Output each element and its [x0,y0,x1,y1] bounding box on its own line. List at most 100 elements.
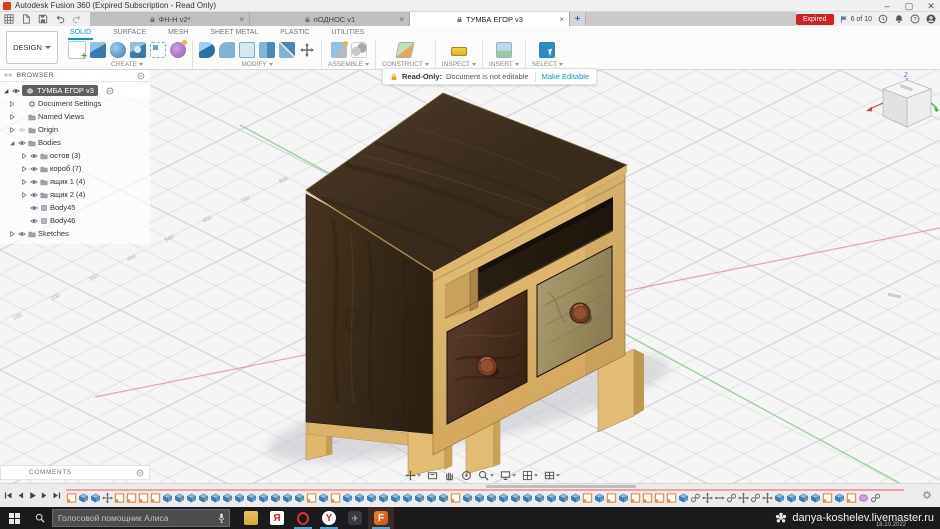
timeline-feature-sk[interactable] [654,492,665,504]
timeline-feature-ex[interactable] [354,492,365,504]
timeline-feature-ex[interactable] [438,492,449,504]
browser-item[interactable]: короб (7) [0,162,150,175]
tab-close-icon[interactable]: × [399,15,404,24]
timeline-strip[interactable] [66,484,904,508]
timeline-feature-ex[interactable] [402,492,413,504]
move-copy-icon[interactable] [299,42,315,58]
timeline-position-marker[interactable] [66,489,904,491]
timeline-feature-ex[interactable] [510,492,521,504]
taskbar-search-icon[interactable] [28,507,52,529]
browser-item[interactable]: остов (3) [0,149,150,162]
timeline-feature-ex[interactable] [210,492,221,504]
timeline-feature-ex[interactable] [378,492,389,504]
browser-root-item[interactable]: ТУМБА ЕГОР v3 [0,84,150,97]
timeline-feature-ex[interactable] [282,492,293,504]
timeline-feature-ex[interactable] [618,492,629,504]
timeline-feature-ar[interactable] [714,492,725,504]
workspace-selector[interactable]: DESIGN [6,31,58,64]
timeline-feature-sk[interactable] [582,492,593,504]
timeline-feature-ex[interactable] [498,492,509,504]
timeline-feature-sk[interactable] [666,492,677,504]
job-status[interactable]: 6 of 10 [840,15,872,24]
document-tab[interactable]: ФН-Н v2*× [90,12,250,26]
browser-item[interactable]: Body45 [0,201,150,214]
expand-icon[interactable] [20,165,28,173]
help-icon[interactable] [910,14,920,24]
chevron-down-icon[interactable] [534,474,538,477]
timeline-feature-mv[interactable] [762,492,773,504]
select-tool-icon[interactable] [539,42,555,58]
save-icon[interactable] [38,14,48,24]
timeline-feature-ex[interactable] [810,492,821,504]
zoom-tool[interactable] [478,470,494,481]
browser-item[interactable]: ящик 2 (4) [0,188,150,201]
tab-close-icon[interactable]: × [239,15,244,24]
minimize-button[interactable]: – [882,1,892,11]
timeline-feature-ex[interactable] [390,492,401,504]
timeline-feature-ex[interactable] [366,492,377,504]
maximize-button[interactable]: ▢ [904,1,914,11]
hole-icon[interactable] [130,42,146,58]
visibility-eye-icon[interactable] [30,204,38,212]
browser-item[interactable]: ящик 1 (4) [0,175,150,188]
create-sketch-icon[interactable] [68,41,86,59]
chevron-down-icon[interactable] [512,474,516,477]
timeline-feature-sk[interactable] [846,492,857,504]
taskbar-app-fusion360[interactable]: F [368,507,394,529]
orbit-hand-tool[interactable] [444,470,455,481]
pan-tool[interactable] [405,470,421,481]
browser-header[interactable]: «« BROWSER [0,70,150,82]
timeline-feature-ex[interactable] [558,492,569,504]
timeline-feature-ex[interactable] [198,492,209,504]
timeline-feature-ex[interactable] [294,492,305,504]
visibility-eye-icon[interactable] [30,217,38,225]
visibility-eye-icon[interactable] [18,230,26,238]
timeline-feature-sk[interactable] [630,492,641,504]
construction-plane-icon[interactable] [396,42,415,58]
browser-item[interactable]: Document Settings [0,97,150,110]
expand-icon[interactable] [20,191,28,199]
timeline-feature-sk[interactable] [306,492,317,504]
timeline-feature-sk[interactable] [66,492,77,504]
timeline-feature-ex[interactable] [318,492,329,504]
browser-filter-icon[interactable] [137,72,145,80]
timeline-feature-ex[interactable] [258,492,269,504]
taskbar-app-explorer[interactable] [238,507,264,529]
modify-group-label[interactable]: MODIFY [241,61,272,68]
visibility-eye-icon[interactable] [30,152,38,160]
extrude-icon[interactable] [90,42,106,58]
timeline-feature-ex[interactable] [522,492,533,504]
shell-icon[interactable] [239,42,255,58]
insert-canvas-icon[interactable] [496,42,512,58]
browser-item[interactable]: Body46 [0,214,150,227]
timeline-feature-ex[interactable] [414,492,425,504]
extension-manager-icon[interactable] [878,14,888,24]
timeline-feature-ex[interactable] [534,492,545,504]
undo-icon[interactable] [55,14,65,24]
expand-icon[interactable] [8,100,16,108]
alice-search-box[interactable] [52,509,230,527]
timeline-feature-sk[interactable] [822,492,833,504]
look-at-tool[interactable] [427,470,438,481]
timeline-feature-ex[interactable] [834,492,845,504]
timeline-feature-jt[interactable] [690,492,701,504]
taskbar-app-opera[interactable] [290,507,316,529]
timeline-feature-sk[interactable] [642,492,653,504]
timeline-feature-mv[interactable] [102,492,113,504]
microphone-icon[interactable] [213,512,229,524]
timeline-feature-sk[interactable] [606,492,617,504]
expired-badge[interactable]: Expired [796,14,834,25]
insert-group-label[interactable]: INSERT [489,61,519,68]
timeline-feature-ex[interactable] [798,492,809,504]
taskbar-app-yandex-search[interactable]: Я [264,507,290,529]
expand-icon[interactable] [8,113,16,121]
browser-item[interactable]: Sketches [0,227,150,240]
visibility-eye-icon[interactable] [18,139,26,147]
play-icon[interactable] [28,491,37,500]
taskbar-app-telegram[interactable]: ✈ [342,507,368,529]
timeline-feature-ex[interactable] [270,492,281,504]
press-pull-icon[interactable] [199,42,215,58]
timeline-feature-sk[interactable] [114,492,125,504]
split-body-icon[interactable] [279,42,295,58]
timeline-feature-ex[interactable] [594,492,605,504]
